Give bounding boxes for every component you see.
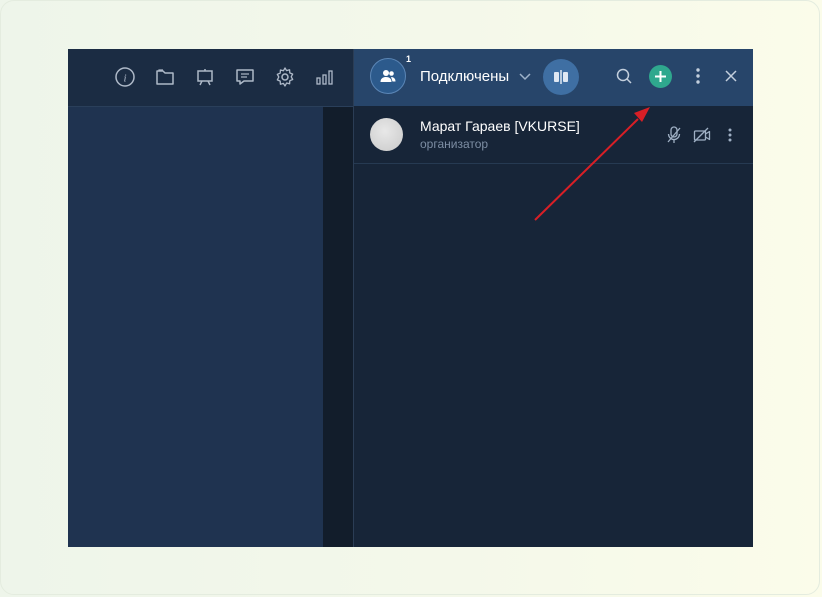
- layout-split-button[interactable]: [543, 59, 579, 95]
- folder-icon[interactable]: [153, 65, 177, 89]
- participant-role: организатор: [420, 137, 489, 151]
- chat-list-icon[interactable]: [233, 65, 257, 89]
- avatar: [370, 118, 403, 151]
- svg-text:i: i: [123, 73, 126, 85]
- participant-name: Марат Гараев [VKURSE]: [420, 118, 580, 134]
- search-button[interactable]: [613, 65, 635, 87]
- participants-panel: 1 Подключены Марат Гараев [VKURSE] орган…: [353, 49, 753, 547]
- participants-title: Подключены: [420, 68, 510, 85]
- participant-count-badge: 1: [406, 54, 412, 64]
- settings-gear-icon[interactable]: [273, 65, 297, 89]
- close-icon: [725, 70, 737, 82]
- content-area: [68, 107, 323, 547]
- header-more-button[interactable]: [687, 65, 709, 87]
- people-icon: [380, 70, 396, 82]
- chevron-down-icon[interactable]: [518, 69, 532, 83]
- participant-more-button[interactable]: [721, 126, 739, 144]
- add-participant-button[interactable]: [649, 65, 672, 88]
- participant-row[interactable]: Марат Гараев [VKURSE] организатор: [354, 107, 753, 164]
- participants-header: 1 Подключены: [354, 49, 753, 106]
- signal-bars-icon[interactable]: [313, 65, 337, 89]
- participants-toggle-button[interactable]: [370, 58, 406, 94]
- close-panel-button[interactable]: [720, 65, 742, 87]
- presentation-board-icon[interactable]: [193, 65, 217, 89]
- layout-split-icon: [554, 70, 568, 84]
- more-vertical-icon: [696, 68, 700, 84]
- camera-off-icon[interactable]: [693, 126, 711, 144]
- conference-app-window: i 1 Подключены Марат Гараев [VKURSE] орг…: [68, 49, 753, 547]
- info-icon[interactable]: i: [113, 65, 137, 89]
- search-icon: [616, 68, 632, 84]
- plus-icon: [655, 71, 666, 82]
- more-vertical-icon: [728, 128, 732, 142]
- main-toolbar: i: [68, 49, 353, 107]
- panel-divider[interactable]: [323, 107, 353, 547]
- microphone-muted-icon[interactable]: [665, 126, 683, 144]
